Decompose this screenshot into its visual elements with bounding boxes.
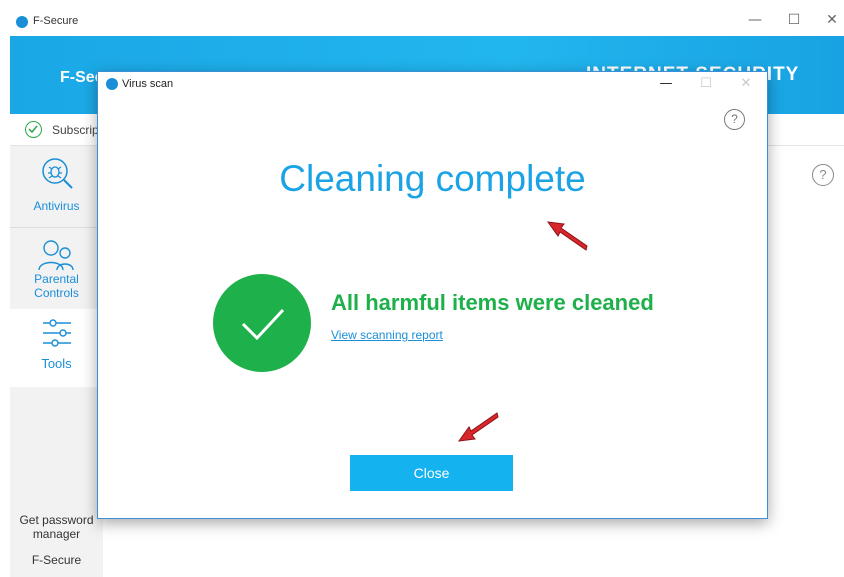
dialog-heading: Cleaning complete	[279, 158, 586, 199]
main-help-icon[interactable]: ?	[812, 164, 834, 186]
sidebar-item-label: Antivirus	[33, 199, 80, 213]
dialog-logo-icon	[106, 78, 118, 90]
main-window-title: F-Secure	[33, 15, 79, 27]
annotation-arrow-icon	[546, 221, 588, 251]
sidebar-divider	[10, 227, 103, 228]
success-check-icon	[213, 274, 311, 372]
get-password-manager-line2: manager	[32, 527, 81, 541]
minimize-button[interactable]: —	[745, 10, 765, 30]
sidebar-item-parental-controls[interactable]: Parental Controls	[10, 236, 103, 306]
sidebar-item-label-line1: Parental	[34, 272, 79, 286]
maximize-button[interactable]: ☐	[784, 10, 804, 30]
dialog-title: Virus scan	[122, 78, 174, 90]
sidebar-item-tools[interactable]: Tools	[10, 309, 103, 387]
tools-sliders-icon	[42, 319, 71, 347]
annotation-arrow-icon	[457, 412, 499, 442]
get-password-manager-line1: Get password	[19, 513, 94, 527]
antivirus-bug-icon	[41, 158, 73, 189]
status-message: All harmful items were cleaned	[331, 290, 654, 315]
f-secure-logo-icon	[16, 16, 28, 28]
dialog-close-button[interactable]: ✕	[736, 74, 756, 94]
subscription-status[interactable]: Subscrip	[52, 123, 99, 137]
sidebar-item-label: Tools	[41, 356, 72, 371]
close-window-button[interactable]: ✕	[822, 10, 842, 30]
parental-controls-icon	[37, 240, 74, 271]
view-scanning-report-link[interactable]: View scanning report	[331, 328, 443, 342]
get-password-manager-link[interactable]: Get password manager	[10, 513, 103, 541]
main-window-titlebar	[0, 0, 844, 36]
dialog-maximize-button: ☐	[700, 76, 712, 91]
dialog-minimize-button[interactable]: —	[656, 74, 676, 94]
close-button[interactable]: Close	[350, 455, 513, 491]
sidebar-item-antivirus[interactable]: Antivirus	[10, 153, 103, 225]
sidebar-item-label-line2: Controls	[34, 286, 79, 300]
dialog-help-icon[interactable]: ?	[724, 109, 745, 130]
sidebar-footer-brand: F-Secure	[31, 553, 82, 567]
subscription-check-icon	[25, 121, 42, 138]
